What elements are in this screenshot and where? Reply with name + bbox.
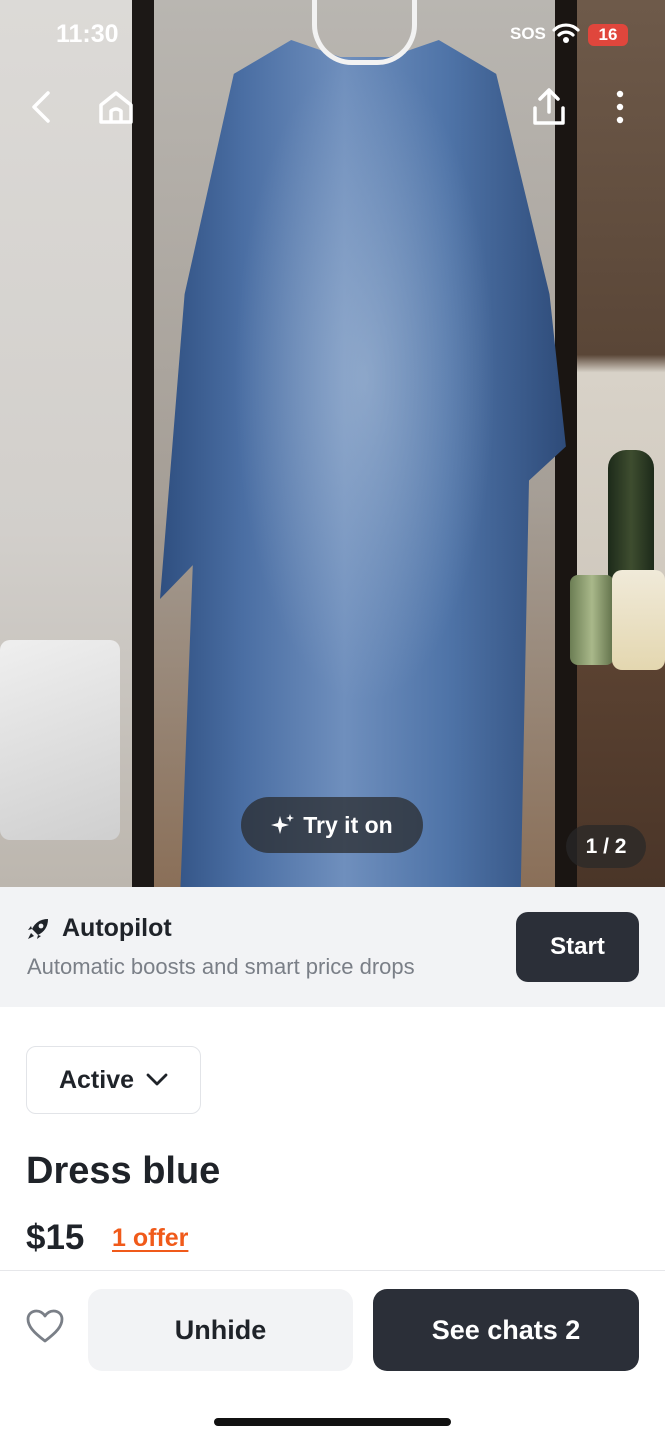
battery-indicator: 16	[588, 24, 628, 46]
wifi-icon	[552, 22, 580, 49]
chevron-left-icon	[32, 91, 50, 123]
listing-price: $15	[26, 1218, 85, 1257]
start-autopilot-button[interactable]: Start	[516, 912, 639, 982]
photo-background	[612, 570, 665, 670]
back-button[interactable]	[20, 85, 64, 129]
more-vertical-icon	[616, 90, 624, 124]
photo-background	[577, 0, 665, 887]
photo-background	[608, 450, 654, 580]
home-button[interactable]	[94, 85, 138, 129]
autopilot-subtitle: Automatic boosts and smart price drops	[27, 954, 415, 979]
photo-background	[0, 640, 120, 840]
listing-title: Dress blue	[26, 1150, 221, 1192]
photo-background	[570, 575, 614, 665]
listing-status-dropdown[interactable]: Active	[26, 1046, 201, 1114]
status-sos: SOS	[510, 24, 546, 43]
see-chats-button[interactable]: See chats 2	[373, 1289, 639, 1371]
listing-photo[interactable]	[0, 0, 665, 887]
offers-link[interactable]: 1 offer	[112, 1224, 188, 1253]
rocket-icon	[26, 917, 50, 946]
status-bar: 11:30 SOS 16	[0, 0, 665, 70]
status-time: 11:30	[56, 20, 119, 48]
home-icon	[99, 91, 133, 124]
more-button[interactable]	[598, 85, 642, 129]
photo-counter: 1 / 2	[566, 825, 646, 868]
try-it-on-label: Try it on	[303, 811, 393, 838]
unhide-button[interactable]: Unhide	[88, 1289, 353, 1371]
heart-icon	[26, 1309, 64, 1343]
sparkle-icon	[271, 814, 295, 834]
divider	[0, 1270, 665, 1271]
dress-image	[160, 40, 566, 887]
home-indicator[interactable]	[214, 1418, 451, 1426]
try-it-on-button[interactable]: Try it on	[241, 797, 423, 853]
chevron-down-icon	[146, 1073, 168, 1086]
photo-background	[132, 0, 154, 887]
autopilot-title: Autopilot	[62, 914, 172, 942]
listing-status-label: Active	[58, 1065, 135, 1094]
share-icon	[533, 88, 565, 125]
favorite-button[interactable]	[25, 1308, 65, 1349]
share-button[interactable]	[527, 85, 571, 129]
